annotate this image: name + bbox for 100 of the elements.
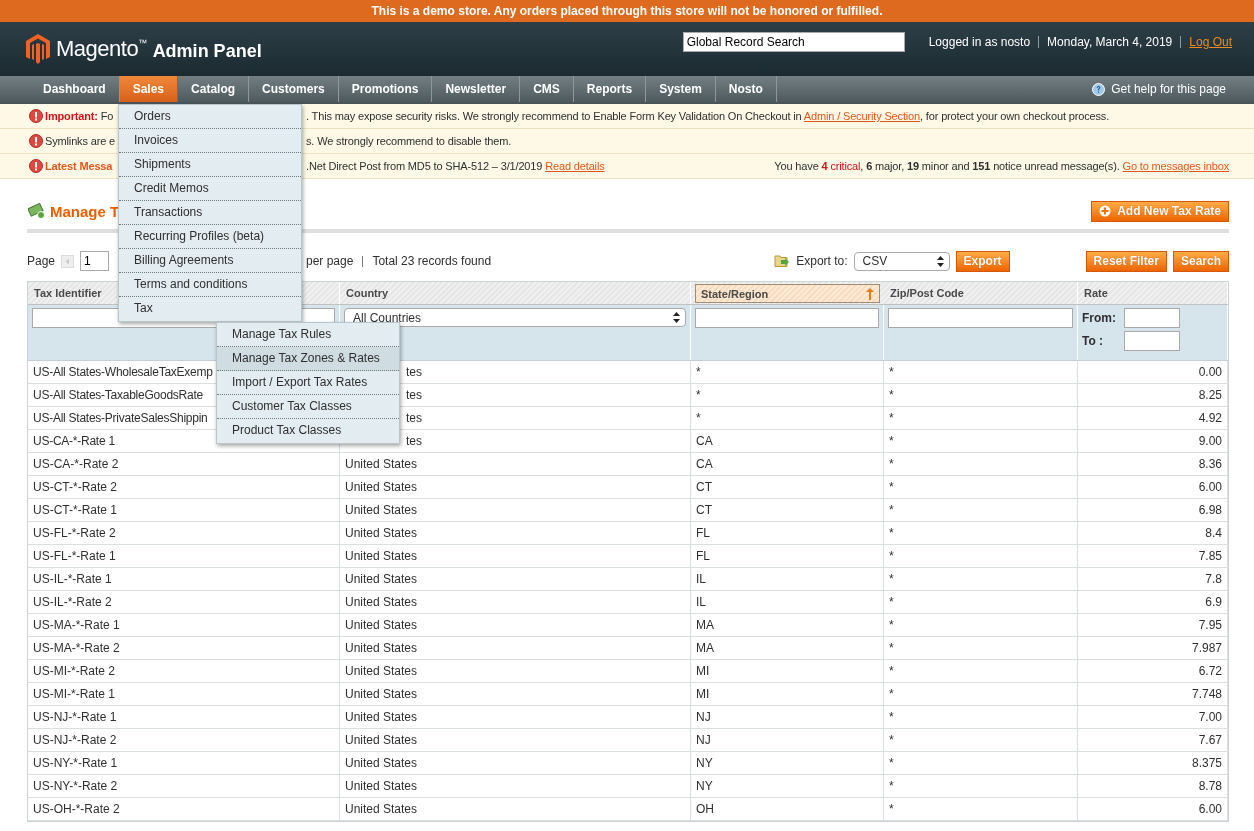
export-format-select[interactable]: CSV <box>853 251 950 271</box>
nav-tab[interactable]: Customers <box>249 76 339 102</box>
table-cell: MI <box>691 683 884 705</box>
select-arrows-icon <box>673 312 680 323</box>
table-cell: United States <box>340 522 691 544</box>
table-cell: United States <box>340 752 691 774</box>
menu-item[interactable]: Tax <box>119 297 301 321</box>
column-header[interactable]: Rate <box>1078 282 1228 304</box>
table-cell: US-MA-*-Rate 1 <box>28 614 340 636</box>
menu-item[interactable]: Credit Memos <box>119 177 301 201</box>
nav-tab[interactable]: CMS <box>520 76 574 102</box>
table-cell: US-FL-*-Rate 1 <box>28 545 340 567</box>
menu-item[interactable]: Recurring Profiles (beta) <box>119 225 301 249</box>
table-cell: * <box>884 568 1078 590</box>
export-icon <box>774 254 791 268</box>
notice-link[interactable]: Read details <box>545 160 605 172</box>
menu-item[interactable]: Shipments <box>119 153 301 177</box>
table-cell: 8.375 <box>1078 752 1228 774</box>
nav-tab[interactable]: Newsletter <box>432 76 521 102</box>
table-cell: IL <box>691 591 884 613</box>
column-header[interactable]: State/Region <box>695 284 880 303</box>
notice-text: .Net Direct Post from MD5 to SHA-512 – 3/1/2019 Read details <box>306 160 605 172</box>
table-cell: 7.748 <box>1078 683 1228 705</box>
table-cell: 9.00 <box>1078 430 1228 452</box>
table-cell: United States <box>340 476 691 498</box>
table-cell: * <box>884 683 1078 705</box>
table-cell: US-MA-*-Rate 2 <box>28 637 340 659</box>
table-cell: US-IL-*-Rate 2 <box>28 591 340 613</box>
table-cell: * <box>884 545 1078 567</box>
table-cell: * <box>884 407 1078 429</box>
table-cell: CA <box>691 430 884 452</box>
table-cell: US-NJ-*-Rate 2 <box>28 729 340 751</box>
menu-item[interactable]: Import / Export Tax Rates <box>217 371 399 395</box>
table-cell: CT <box>691 476 884 498</box>
logo-text: Magento$^{™}$ <box>56 36 147 62</box>
global-search-field[interactable]: Global Record Search <box>682 32 905 52</box>
table-cell: United States <box>340 591 691 613</box>
logo-icon <box>26 34 50 64</box>
table-cell: CA <box>691 453 884 475</box>
table-cell: United States <box>340 729 691 751</box>
nav-tab[interactable]: Catalog <box>178 76 250 102</box>
table-cell: 6.00 <box>1078 476 1228 498</box>
table-cell: * <box>884 706 1078 728</box>
menu-item[interactable]: Orders <box>119 105 301 129</box>
previous-page-icon[interactable] <box>61 254 75 268</box>
warning-icon <box>29 159 43 173</box>
logout-link[interactable]: Log Out <box>1180 36 1232 48</box>
table-cell: United States <box>340 499 691 521</box>
nav-tab[interactable]: Nosto <box>715 76 777 102</box>
table-cell: United States <box>340 637 691 659</box>
per-page-label: per page <box>306 254 354 268</box>
notice-text: . This may expose security risks. We strongly recommend to Enable Form Key Validation On Checkout in Admin / Security Section, for protect your own checkout process. <box>306 110 1110 122</box>
nav-tab[interactable]: Reports <box>573 76 647 102</box>
table-cell: 7.95 <box>1078 614 1228 636</box>
nav-tab[interactable]: System <box>646 76 716 102</box>
table-cell: * <box>884 522 1078 544</box>
table-cell: FL <box>691 545 884 567</box>
menu-item[interactable]: Billing Agreements <box>119 249 301 273</box>
table-cell: * <box>884 499 1078 521</box>
column-header[interactable]: Country <box>340 282 691 304</box>
table-cell: * <box>884 476 1078 498</box>
table-cell: OH <box>691 798 884 820</box>
table-cell: FL <box>691 522 884 544</box>
records-count: Total 23 records found <box>372 254 492 268</box>
inbox-link[interactable]: Go to messages inbox <box>1122 160 1229 172</box>
warning-icon <box>29 109 43 123</box>
menu-item[interactable]: Manage Tax Zones & Rates <box>217 347 399 371</box>
table-cell: United States <box>340 614 691 636</box>
rate-to-input[interactable] <box>1124 331 1180 351</box>
page-number-field[interactable]: 1 <box>80 251 110 271</box>
table-cell: United States <box>340 798 691 820</box>
warning-icon <box>29 134 43 148</box>
table-cell: 7.67 <box>1078 729 1228 751</box>
table-cell: 7.00 <box>1078 706 1228 728</box>
table-cell: * <box>691 407 884 429</box>
country-select[interactable]: All Countries <box>344 308 686 327</box>
table-cell: 8.25 <box>1078 384 1228 406</box>
table-cell: NJ <box>691 706 884 728</box>
table-cell: US-NJ-*-Rate 1 <box>28 706 340 728</box>
column-header[interactable]: Zip/Post Code <box>884 282 1078 304</box>
menu-item[interactable]: Customer Tax Classes <box>217 395 399 419</box>
table-cell: United States <box>340 660 691 682</box>
menu-item[interactable]: Transactions <box>119 201 301 225</box>
date-text: Monday, March 4, 2019 <box>1038 36 1181 48</box>
rate-from-input[interactable] <box>1124 308 1180 328</box>
nav-tab[interactable]: Promotions <box>338 76 433 102</box>
table-cell: 8.78 <box>1078 775 1228 797</box>
filter-input[interactable] <box>695 308 879 328</box>
table-cell: * <box>884 660 1078 682</box>
table-cell: US-CA-*-Rate 2 <box>28 453 340 475</box>
menu-item[interactable]: Terms and conditions <box>119 273 301 297</box>
table-cell: 7.8 <box>1078 568 1228 590</box>
help-link[interactable]: Get help for this page <box>1092 76 1226 102</box>
nav-tab[interactable]: Dashboard <box>30 76 120 102</box>
table-cell: * <box>884 798 1078 820</box>
menu-item[interactable]: Invoices <box>119 129 301 153</box>
table-cell: * <box>884 453 1078 475</box>
filter-input[interactable] <box>888 308 1073 328</box>
money-icon <box>28 203 46 219</box>
table-cell: * <box>691 361 884 383</box>
